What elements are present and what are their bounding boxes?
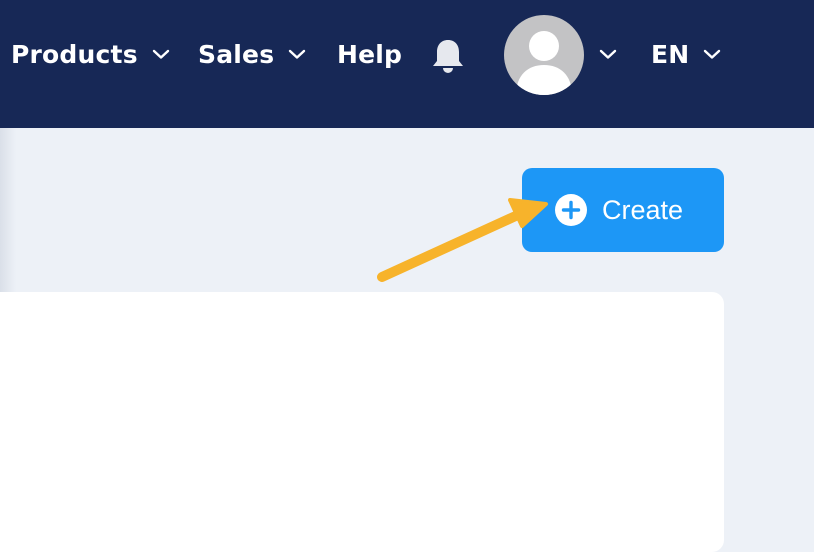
arrow-pointer-icon bbox=[377, 198, 548, 282]
top-navbar: Products Sales Help EN bbox=[0, 0, 814, 128]
nav-help-label: Help bbox=[337, 39, 403, 69]
chevron-down-icon bbox=[152, 49, 169, 59]
bell-icon[interactable] bbox=[430, 37, 466, 75]
nav-help-link[interactable]: Help bbox=[337, 37, 402, 71]
user-avatar-icon[interactable] bbox=[504, 15, 584, 95]
chevron-down-icon bbox=[289, 49, 306, 59]
nav-products-label: Products bbox=[11, 39, 138, 69]
language-selector[interactable]: EN bbox=[651, 37, 721, 71]
nav-sales-label: Sales bbox=[198, 39, 275, 69]
create-button-label: Create bbox=[602, 195, 684, 225]
nav-sales-menu[interactable]: Sales bbox=[198, 37, 306, 71]
language-label: EN bbox=[651, 39, 690, 69]
avatar-chevron-down-icon[interactable] bbox=[599, 48, 617, 60]
chevron-down-icon bbox=[704, 49, 721, 59]
content-card bbox=[0, 292, 724, 552]
user-silhouette-icon bbox=[516, 31, 572, 95]
nav-products-menu[interactable]: Products bbox=[11, 37, 170, 71]
